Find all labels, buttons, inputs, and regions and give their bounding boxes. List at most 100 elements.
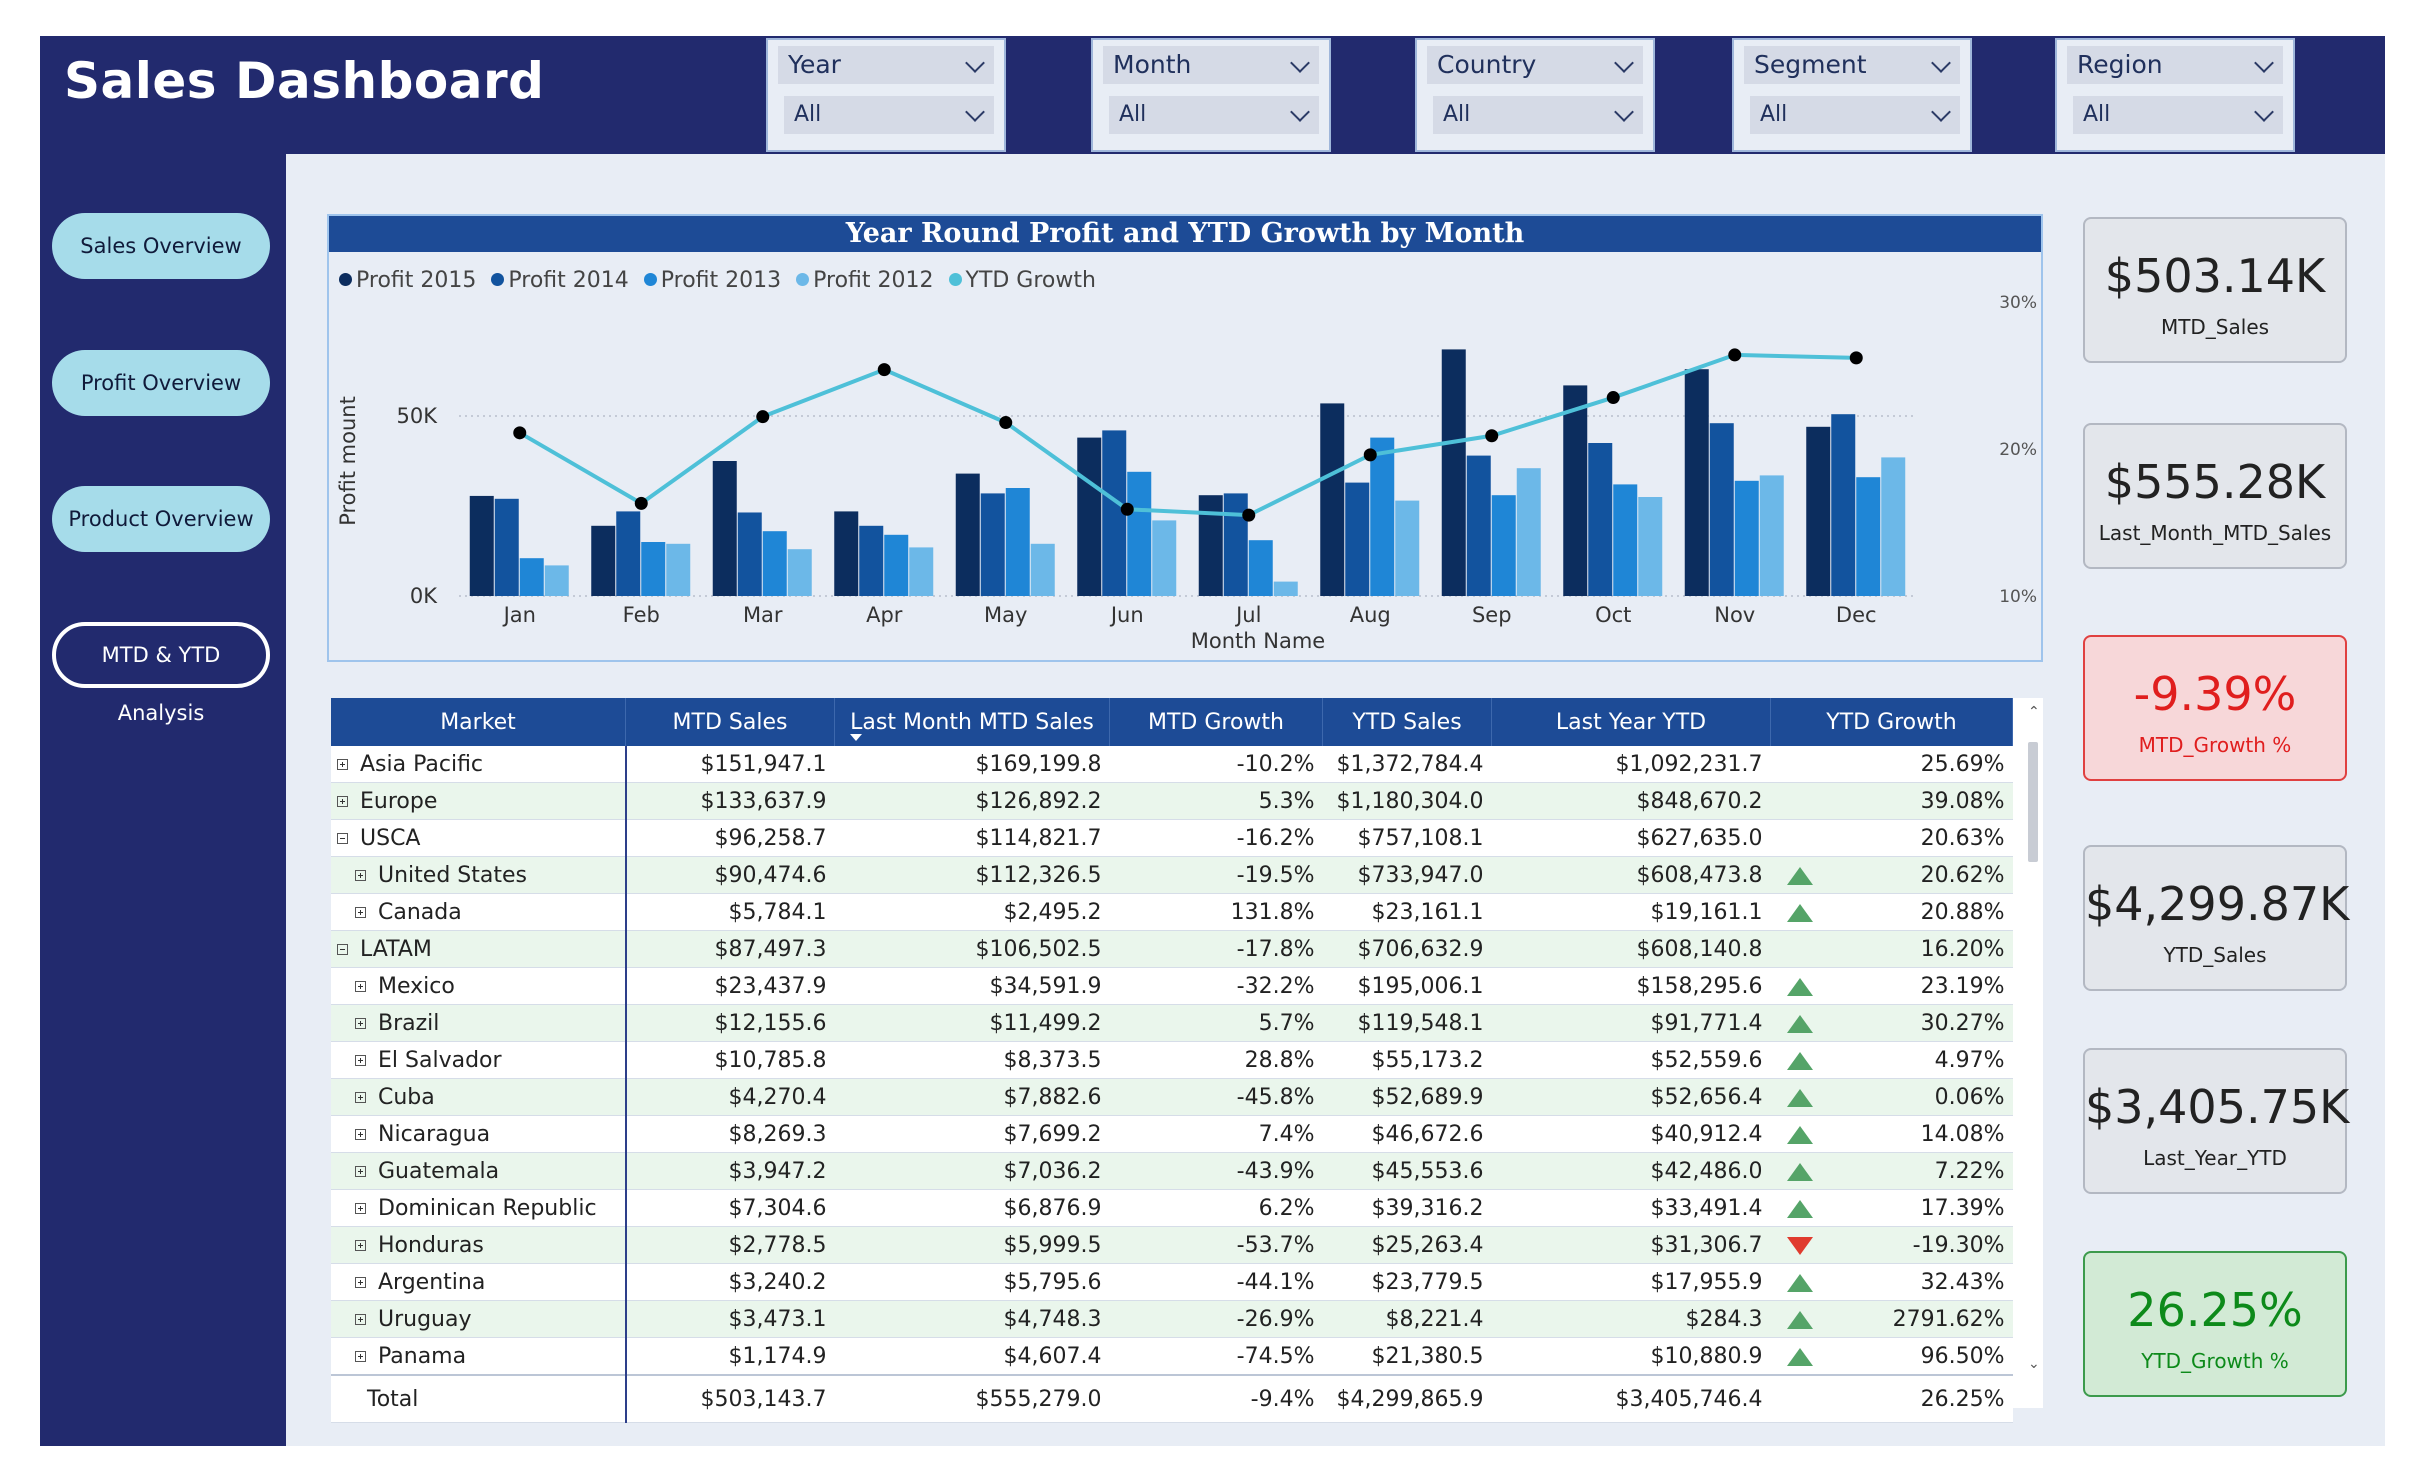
country-filter[interactable]: Country All	[1415, 38, 1655, 152]
expand-plus-icon[interactable]	[355, 907, 366, 918]
segment-filter-dropdown[interactable]: All	[1750, 96, 1960, 134]
bar-profit-2013	[641, 542, 666, 596]
table-row[interactable]: Guatemala $3,947.2 $7,036.2 -43.9% $45,553.6…	[331, 1152, 2013, 1190]
table-row[interactable]: Europe $133,637.9 $126,892.2 5.3% $1,180,304…	[331, 782, 2013, 820]
table-row[interactable]: Brazil $12,155.6 $11,499.2 5.7% $119,548.1 $9…	[331, 1004, 2013, 1042]
chevron-down-icon[interactable]	[2254, 53, 2274, 73]
table-row[interactable]: Cuba $4,270.4 $7,882.6 -45.8% $52,689.9 $52,6…	[331, 1078, 2013, 1116]
column-header-mtd-growth[interactable]: MTD Growth	[1109, 698, 1323, 746]
kpi-label: Last_Month_MTD_Sales	[2098, 521, 2332, 545]
ytd-growth-value: 4.97%	[1934, 1047, 2005, 1073]
chevron-down-icon[interactable]	[1614, 53, 1634, 73]
expand-plus-icon[interactable]	[337, 796, 348, 807]
chevron-down-icon[interactable]	[965, 53, 985, 73]
table-row[interactable]: Nicaragua $8,269.3 $7,699.2 7.4% $46,672.6 $4…	[331, 1115, 2013, 1153]
table-row[interactable]: United States $90,474.6 $112,326.5 -19.5% $7…	[331, 856, 2013, 894]
ytd-growth-value: 39.08%	[1920, 788, 2005, 814]
chevron-down-icon[interactable]	[1290, 53, 1310, 73]
cell-yg: 30.27%	[1770, 1004, 2013, 1042]
table-scrollbar[interactable]: ⌃ ⌄	[2025, 698, 2041, 1374]
month-filter-dropdown[interactable]: All	[1109, 96, 1319, 134]
collapse-minus-icon[interactable]	[337, 944, 348, 955]
column-header-ytd-growth[interactable]: YTD Growth	[1770, 698, 2013, 746]
market-name: Canada	[378, 899, 462, 925]
cell-ytd: $1,372,784.4	[1322, 746, 1492, 783]
column-header-ytd-sales[interactable]: YTD Sales	[1322, 698, 1492, 746]
table-row[interactable]: Asia Pacific $151,947.1 $169,199.8 -10.2% $1…	[331, 746, 2013, 783]
table-row[interactable]: Dominican Republic $7,304.6 $6,876.9 6.2% $3…	[331, 1189, 2013, 1227]
expand-plus-icon[interactable]	[355, 1314, 366, 1325]
total-lm: $555,279.0	[834, 1374, 1110, 1423]
bar-profit-2014	[737, 512, 762, 596]
table-row[interactable]: Panama $1,174.9 $4,607.4 -74.5% $21,380.5 $10…	[331, 1337, 2013, 1376]
expand-plus-icon[interactable]	[355, 1055, 366, 1066]
cell-mg: 7.4%	[1109, 1115, 1323, 1153]
expand-plus-icon[interactable]	[355, 1277, 366, 1288]
ytd-growth-value: 20.62%	[1920, 862, 2005, 888]
month-filter[interactable]: Month All	[1091, 38, 1331, 152]
scroll-down-icon[interactable]: ⌄	[2028, 1356, 2040, 1372]
segment-filter[interactable]: Segment All	[1732, 38, 1972, 152]
table-row[interactable]: USCA $96,258.7 $114,821.7 -16.2% $757,108.1 $…	[331, 819, 2013, 857]
bar-profit-2014	[980, 493, 1005, 596]
expand-plus-icon[interactable]	[355, 1092, 366, 1103]
column-header-last-month-mtd-sales[interactable]: Last Month MTD Sales	[834, 698, 1110, 746]
column-header-mtd-sales[interactable]: MTD Sales	[625, 698, 835, 746]
expand-plus-icon[interactable]	[355, 981, 366, 992]
country-filter-dropdown[interactable]: All	[1433, 96, 1643, 134]
kpi-value: $503.14K	[2104, 249, 2326, 303]
cell-mtd: $96,258.7	[625, 819, 835, 857]
market-name: El Salvador	[378, 1047, 502, 1073]
scroll-up-icon[interactable]: ⌃	[2028, 704, 2040, 720]
region-filter[interactable]: Region All	[2055, 38, 2295, 152]
bar-profit-2015	[955, 473, 980, 596]
table-row[interactable]: Argentina $3,240.2 $5,795.6 -44.1% $23,779.5…	[331, 1263, 2013, 1301]
cell-lm: $126,892.2	[834, 782, 1110, 820]
nav-sales-overview-button[interactable]: Sales Overview	[52, 213, 270, 279]
table-row[interactable]: LATAM $87,497.3 $106,502.5 -17.8% $706,632.9…	[331, 930, 2013, 968]
table-row[interactable]: Mexico $23,437.9 $34,591.9 -32.2% $195,006.1…	[331, 967, 2013, 1005]
expand-plus-icon[interactable]	[337, 759, 348, 770]
market-cell: Mexico	[331, 967, 627, 1005]
total-label: Total	[331, 1374, 627, 1423]
ytd-growth-point	[1849, 351, 1863, 365]
expand-plus-icon[interactable]	[355, 870, 366, 881]
market-cell: El Salvador	[331, 1041, 627, 1079]
cell-yg: 0.06%	[1770, 1078, 2013, 1116]
nav-profit-overview-button[interactable]: Profit Overview	[52, 350, 270, 416]
kpi-value: $555.28K	[2104, 455, 2326, 509]
expand-plus-icon[interactable]	[355, 1166, 366, 1177]
expand-plus-icon[interactable]	[355, 1240, 366, 1251]
expand-plus-icon[interactable]	[355, 1351, 366, 1362]
column-header-market[interactable]: Market	[331, 698, 626, 746]
cell-yg: 16.20%	[1770, 930, 2013, 968]
cell-ly: $608,473.8	[1491, 856, 1771, 894]
ytd-growth-point	[1242, 508, 1256, 522]
expand-plus-icon[interactable]	[355, 1203, 366, 1214]
total-mg: -9.4%	[1109, 1374, 1323, 1423]
table-row[interactable]: Uruguay $3,473.1 $4,748.3 -26.9% $8,221.4 $28…	[331, 1300, 2013, 1338]
cell-mg: -19.5%	[1109, 856, 1323, 894]
sort-desc-icon[interactable]	[850, 734, 862, 741]
bar-profit-2012	[1395, 500, 1420, 596]
table-row[interactable]: Honduras $2,778.5 $5,999.5 -53.7% $25,263.4 $…	[331, 1226, 2013, 1264]
nav-mtd-ytd-analysis-button[interactable]: MTD & YTD Analysis	[52, 622, 270, 725]
table-row[interactable]: Canada $5,784.1 $2,495.2 131.8% $23,161.1 $19…	[331, 893, 2013, 931]
collapse-minus-icon[interactable]	[337, 833, 348, 844]
year-filter-dropdown[interactable]: All	[784, 96, 994, 134]
ytd-growth-point	[877, 363, 891, 377]
region-filter-dropdown[interactable]: All	[2073, 96, 2283, 134]
column-header-last-year-ytd[interactable]: Last Year YTD	[1491, 698, 1771, 746]
expand-plus-icon[interactable]	[355, 1129, 366, 1140]
scrollbar-thumb[interactable]	[2028, 742, 2038, 862]
table-row[interactable]: El Salvador $10,785.8 $8,373.5 28.8% $55,173…	[331, 1041, 2013, 1079]
year-filter[interactable]: Year All	[766, 38, 1006, 152]
bar-profit-2015	[1806, 426, 1831, 596]
cell-lm: $7,882.6	[834, 1078, 1110, 1116]
expand-plus-icon[interactable]	[355, 1018, 366, 1029]
cell-ly: $52,559.6	[1491, 1041, 1771, 1079]
cell-mtd: $3,240.2	[625, 1263, 835, 1301]
chevron-down-icon[interactable]	[1931, 53, 1951, 73]
bar-profit-2014	[1466, 455, 1491, 596]
nav-product-overview-button[interactable]: Product Overview	[52, 486, 270, 552]
